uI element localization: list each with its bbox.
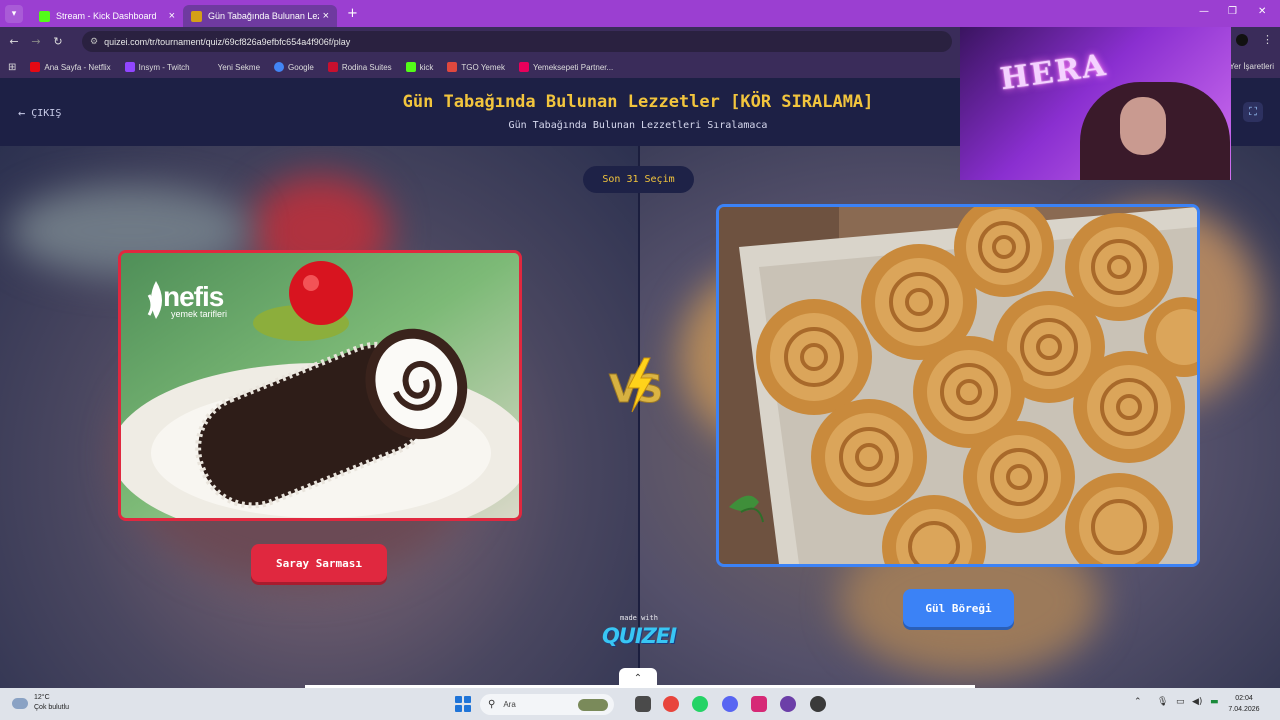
- tab-search-chevron-icon[interactable]: ▾: [5, 4, 23, 23]
- bookmark-label: Insym - Twitch: [138, 62, 190, 72]
- close-tab-icon[interactable]: ×: [169, 10, 175, 22]
- maximize-window-icon[interactable]: ❐: [1228, 6, 1237, 17]
- site-info-icon[interactable]: ⚙: [90, 36, 98, 47]
- quizei-favicon-icon: [191, 10, 202, 22]
- new-tab-plus-icon[interactable]: +: [347, 6, 358, 21]
- left-option-card[interactable]: nefis yemek tarifleri: [118, 250, 522, 521]
- quizei-logo[interactable]: QUIZEI: [596, 624, 682, 648]
- obs-icon[interactable]: [810, 696, 826, 712]
- cloud-icon: [12, 697, 28, 709]
- webcam-person-face: [1120, 97, 1166, 155]
- windows-taskbar: 12°C Çok bulutlu ⚲ Ara ⌃ 🎙 ▭ ◀) ▬ 02:04 …: [0, 688, 1280, 720]
- task-view-icon[interactable]: [635, 696, 651, 712]
- bookmark-tgo[interactable]: TGO Yemek: [447, 62, 505, 72]
- webcam-neon-logo: HERA: [998, 47, 1110, 98]
- instagram-icon[interactable]: [751, 696, 767, 712]
- bookmarks-folder-label[interactable]: Yer İşaretleri: [1229, 62, 1274, 71]
- tab-title: Gün Tabağında Bulunan Lezzetl: [208, 11, 319, 21]
- kick-favicon-icon: [39, 10, 50, 22]
- weather-widget[interactable]: 12°C Çok bulutlu: [12, 693, 69, 713]
- microphone-icon[interactable]: 🎙: [1157, 697, 1168, 707]
- right-option-card[interactable]: [716, 204, 1200, 567]
- bookmark-kick[interactable]: kick: [405, 62, 434, 72]
- made-with-label: made with: [620, 614, 658, 622]
- chrome-icon[interactable]: [663, 696, 679, 712]
- twitch-icon: [124, 62, 135, 72]
- discord-icon[interactable]: [722, 696, 738, 712]
- bookmark-new-tab[interactable]: Yeni Sekme: [204, 62, 260, 72]
- tray-overflow-chevron-icon[interactable]: ⌃: [1134, 697, 1142, 707]
- matchup-stage: Son 31 Seçim nefis yemek tarifleri V S S…: [0, 146, 1280, 688]
- browser-tab-strip: ▾ Stream - Kick Dashboard × Gün Tabağınd…: [0, 0, 1280, 27]
- reload-icon[interactable]: ↻: [47, 35, 69, 48]
- minimize-window-icon[interactable]: —: [1199, 6, 1209, 17]
- streamer-webcam: HERA: [960, 27, 1231, 180]
- bookmark-label: Yemeksepeti Partner...: [533, 62, 614, 72]
- volume-icon[interactable]: ◀): [1192, 697, 1202, 707]
- close-tab-icon[interactable]: ×: [323, 10, 329, 22]
- search-highlight-icon: [578, 698, 608, 711]
- bookmark-rodina[interactable]: Rodina Suites: [327, 62, 392, 72]
- bookmark-label: Google: [288, 62, 314, 72]
- nefis-watermark-sub: yemek tarifleri: [171, 309, 228, 319]
- weather-temp: 12°C: [34, 694, 50, 701]
- tab-kick-dashboard[interactable]: Stream - Kick Dashboard ×: [31, 5, 183, 27]
- tab-title: Stream - Kick Dashboard: [56, 11, 157, 21]
- tab-quizei-active[interactable]: Gün Tabağında Bulunan Lezzetl ×: [183, 5, 337, 27]
- bookmark-label: TGO Yemek: [461, 62, 505, 72]
- profile-avatar-icon[interactable]: [1236, 34, 1248, 46]
- kick-icon: [405, 62, 416, 72]
- select-left-option-button[interactable]: Saray Sarması: [251, 544, 387, 582]
- screen: ▾ Stream - Kick Dashboard × Gün Tabağınd…: [0, 0, 1280, 720]
- url-text: quizei.com/tr/tournament/quiz/69cf826a9e…: [104, 36, 351, 47]
- clock-date: 7.04.2026: [1228, 706, 1260, 713]
- whatsapp-icon[interactable]: [692, 696, 708, 712]
- weather-desc: Çok bulutlu: [34, 704, 70, 711]
- netflix-icon: [30, 62, 41, 72]
- address-bar[interactable]: ⚙ quizei.com/tr/tournament/quiz/69cf826a…: [82, 31, 952, 52]
- bookmark-twitch[interactable]: Insym - Twitch: [124, 62, 190, 72]
- remaining-choices-badge: Son 31 Seçim: [583, 166, 694, 193]
- app-icon[interactable]: [780, 696, 796, 712]
- bookmark-label: Ana Sayfa - Netflix: [44, 62, 111, 72]
- bookmark-google[interactable]: Google: [274, 62, 314, 72]
- bookmark-yemeksepeti[interactable]: Yemeksepeti Partner...: [519, 62, 613, 72]
- rodina-icon: [327, 62, 338, 72]
- google-icon: [274, 62, 285, 72]
- tgo-icon: [447, 62, 458, 72]
- gul-boregi-image: [719, 207, 1197, 564]
- bookmark-netflix[interactable]: Ana Sayfa - Netflix: [30, 62, 111, 72]
- center-divider: [638, 146, 640, 688]
- apps-grid-icon[interactable]: ⊞: [8, 62, 16, 73]
- bookmark-label: Yeni Sekme: [217, 62, 261, 72]
- windows-start-icon[interactable]: [455, 696, 471, 712]
- search-icon: ⚲: [488, 699, 496, 710]
- versus-icon: V S: [609, 357, 664, 413]
- yemeksepeti-icon: [519, 62, 529, 72]
- bookmark-label: Rodina Suites: [341, 62, 392, 72]
- page-icon: [204, 62, 214, 72]
- bookmark-label: kick: [419, 62, 434, 72]
- taskbar-search[interactable]: ⚲ Ara: [480, 694, 614, 715]
- fullscreen-icon[interactable]: ⛶: [1243, 102, 1263, 122]
- forward-arrow-icon[interactable]: →: [25, 35, 47, 48]
- select-right-option-button[interactable]: Gül Böreği: [903, 589, 1014, 627]
- search-placeholder: Ara: [503, 700, 516, 709]
- taskbar-clock[interactable]: 02:04 7.04.2026: [1214, 693, 1274, 715]
- clock-time: 02:04: [1235, 695, 1253, 702]
- browser-menu-icon[interactable]: ⋮: [1262, 33, 1273, 46]
- back-arrow-icon[interactable]: ←: [3, 35, 25, 48]
- close-window-icon[interactable]: ✕: [1258, 6, 1266, 17]
- network-icon[interactable]: ▭: [1176, 697, 1185, 707]
